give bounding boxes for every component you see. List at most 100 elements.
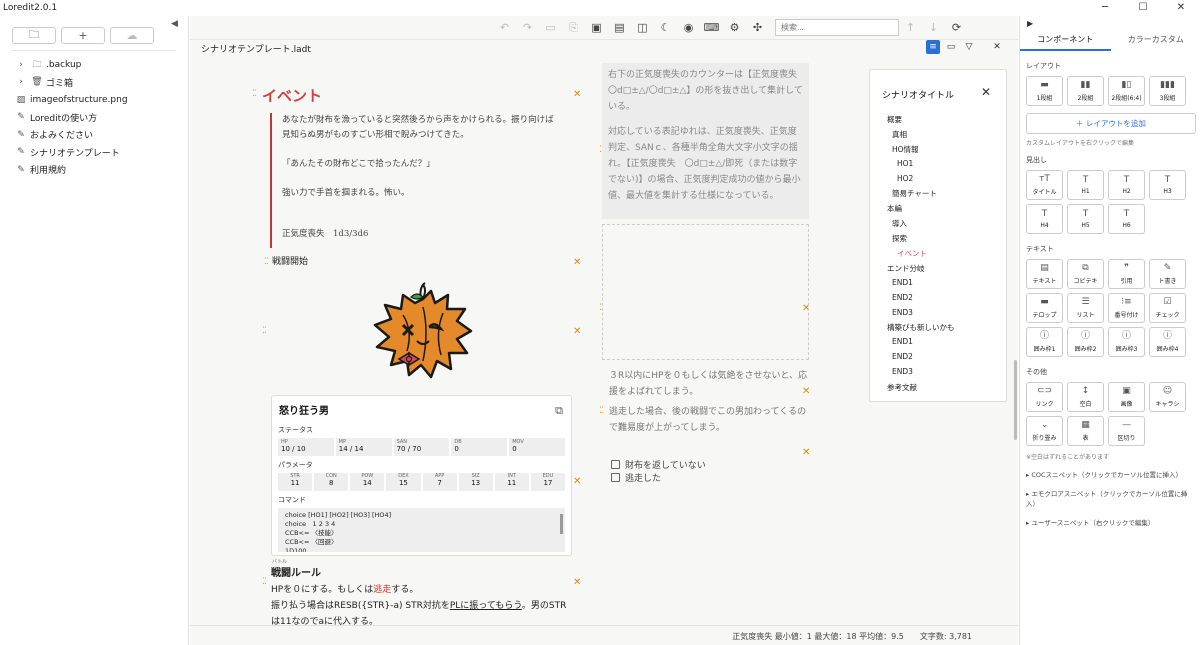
layouts-button[interactable]: ▮▮ 2段組 (1067, 76, 1104, 106)
others-button[interactable]: ⊂⊃ リンク (1026, 382, 1063, 412)
checkbox-item[interactable]: 財布を返していない (611, 458, 706, 471)
tab-components[interactable]: コンポーネント (1020, 31, 1111, 51)
texts-button[interactable]: ❞ 引用 (1108, 259, 1145, 289)
toc-item[interactable]: END2 (870, 352, 1006, 367)
block-delete-icon[interactable]: ✕ (573, 476, 581, 487)
toc-item[interactable]: 導入 (870, 218, 1006, 233)
checkbox[interactable] (611, 460, 620, 469)
save-as-icon[interactable]: ⎘ (562, 21, 585, 35)
search-input[interactable] (775, 19, 899, 36)
block-delete-icon[interactable]: ✕ (573, 257, 581, 268)
toc-toggle-icon[interactable]: ≡ (926, 40, 940, 54)
headings-button[interactable]: ᴛT タイトル (1026, 170, 1063, 200)
toc-item[interactable]: END3 (870, 367, 1006, 382)
replace-icon[interactable]: ⟳ (945, 21, 968, 34)
close-toc-icon[interactable]: ✕ (981, 85, 991, 99)
preview-icon[interactable]: ▣ (585, 21, 608, 34)
tab-color-custom[interactable]: カラーカスタム (1111, 31, 1200, 51)
headings-button[interactable]: T H1 (1067, 170, 1104, 200)
file-tree-item[interactable]: ▨ imageofstructure.png (14, 91, 188, 109)
others-button[interactable]: ▣ 画像 (1108, 382, 1145, 412)
others-button[interactable]: — 区切り (1108, 416, 1145, 446)
toc-item[interactable]: 本編 (870, 203, 1006, 218)
others-button[interactable]: ▦ 表 (1067, 416, 1104, 446)
toc-item[interactable]: HO情報 (870, 144, 1006, 159)
save-icon[interactable]: ▭ (539, 21, 562, 34)
headings-button[interactable]: T H3 (1149, 170, 1186, 200)
search-down-icon[interactable]: ↓ (922, 21, 945, 34)
others-button[interactable]: ⌄ 折り畳み (1026, 416, 1063, 446)
toc-item[interactable]: 探索 (870, 233, 1006, 248)
document-icon[interactable]: ▤ (608, 21, 631, 34)
block-delete-icon[interactable]: ✕ (573, 326, 581, 337)
texts-button[interactable]: ▬ テロップ (1026, 293, 1063, 323)
layouts-button[interactable]: ▮▮▮ 3段組 (1149, 76, 1186, 106)
plugin-icon[interactable]: ✣ (746, 21, 769, 34)
texts-button[interactable]: ☰ リスト (1067, 293, 1104, 323)
redo-icon[interactable]: ↷ (516, 21, 539, 34)
layouts-button[interactable]: ▮▯ 2段組(6:4) (1108, 76, 1145, 106)
editor-scrollbar[interactable] (1014, 360, 1017, 440)
texts-button[interactable]: ⓘ 囲み枠2 (1067, 327, 1104, 357)
file-tree-item[interactable]: ✎ Loreditの使い方 (14, 109, 188, 127)
command-box[interactable]: choice [HO1] [HO2] [HO3] [HO4] choice 1 2… (278, 508, 565, 552)
collapse-right-panel-icon[interactable]: ▶ (1027, 19, 1033, 28)
chevron-right-icon[interactable]: › (14, 77, 28, 87)
texts-button[interactable]: ⧉ コピテキ (1067, 259, 1104, 289)
command-scrollbar[interactable] (560, 514, 563, 534)
collapse-left-panel-icon[interactable]: ◀ (171, 19, 178, 29)
copy-icon[interactable]: ⧉ (555, 404, 563, 418)
undo-icon[interactable]: ↶ (493, 21, 516, 34)
toc-item[interactable]: END1 (870, 337, 1006, 352)
dark-mode-icon[interactable]: ☾ (654, 21, 677, 34)
toc-item[interactable]: エンド分岐 (870, 263, 1006, 278)
emoklore-snippet-toggle[interactable]: ▸ エモクロアスニペット（クリックでカーソル位置に挿入） (1026, 489, 1196, 509)
file-tree-item[interactable]: ✎ シナリオテンプレート (14, 144, 188, 162)
book-icon[interactable]: ◫ (631, 21, 654, 34)
empty-block[interactable] (602, 224, 809, 360)
texts-button[interactable]: ⓘ 囲み枠3 (1108, 327, 1145, 357)
headings-button[interactable]: T H2 (1108, 170, 1145, 200)
toc-item[interactable]: イベント (870, 248, 1006, 263)
open-folder-button[interactable]: 🗀 (12, 27, 56, 44)
texts-button[interactable]: ⓘ 囲み枠4 (1149, 327, 1186, 357)
others-button[interactable]: ↕ 空白 (1067, 382, 1104, 412)
toc-item[interactable]: END2 (870, 293, 1006, 308)
others-button[interactable]: ☺ キャラシ (1149, 382, 1186, 412)
texts-button[interactable]: ⁝≡ 番号付け (1108, 293, 1145, 323)
texts-button[interactable]: ☑ チェック (1149, 293, 1186, 323)
block-drag-handle[interactable]: ⁚⁚ (599, 406, 604, 416)
block-drag-handle[interactable]: ⁚⁚ (262, 326, 267, 336)
file-tree-item[interactable]: ✎ 利用規約 (14, 161, 188, 179)
eye-icon[interactable]: ◉ (677, 21, 700, 34)
toc-item[interactable]: END1 (870, 278, 1006, 293)
toc-item[interactable]: 真相 (870, 129, 1006, 144)
close-window-button[interactable]: ✕ (1162, 0, 1200, 16)
block-drag-handle[interactable]: ⁚⁚ (264, 257, 269, 267)
toc-item[interactable]: END3 (870, 308, 1006, 323)
file-tree-item[interactable]: ✎ およみください (14, 126, 188, 144)
layouts-button[interactable]: ▬ 1段組 (1026, 76, 1063, 106)
checkbox-item[interactable]: 逃走した (611, 471, 661, 484)
user-snippet-toggle[interactable]: ▸ ユーザースニペット（右クリックで編集） (1026, 518, 1196, 528)
file-tree-item[interactable]: › 🗀 .backup (14, 56, 188, 74)
chevron-right-icon[interactable]: › (14, 60, 28, 70)
block-delete-icon[interactable]: ✕ (573, 577, 581, 588)
checkbox[interactable] (611, 473, 620, 482)
texts-button[interactable]: ✎ ト書き (1149, 259, 1186, 289)
coc-snippet-toggle[interactable]: ▸ COCスニペット（クリックでカーソル位置に挿入） (1026, 470, 1196, 480)
toc-item[interactable]: 簡易チャート (870, 188, 1006, 203)
texts-button[interactable]: ⓘ 囲み枠1 (1026, 327, 1063, 357)
toc-item[interactable]: 参考文献 (870, 382, 1006, 397)
headings-button[interactable]: T H5 (1067, 204, 1104, 234)
new-file-button[interactable]: + (61, 27, 105, 44)
block-delete-icon[interactable]: ✕ (573, 89, 581, 100)
toc-item[interactable]: 構築びも新しいかも (870, 322, 1006, 337)
block-delete-icon[interactable]: ✕ (802, 447, 810, 458)
cloud-upload-button[interactable]: ☁ (110, 27, 154, 44)
toc-item[interactable]: HO2 (870, 174, 1006, 189)
toc-item[interactable]: HO1 (870, 159, 1006, 174)
keyboard-icon[interactable]: ⌨ (700, 21, 723, 34)
search-up-icon[interactable]: ↑ (899, 21, 922, 34)
minimize-button[interactable]: ─ (1086, 0, 1124, 16)
